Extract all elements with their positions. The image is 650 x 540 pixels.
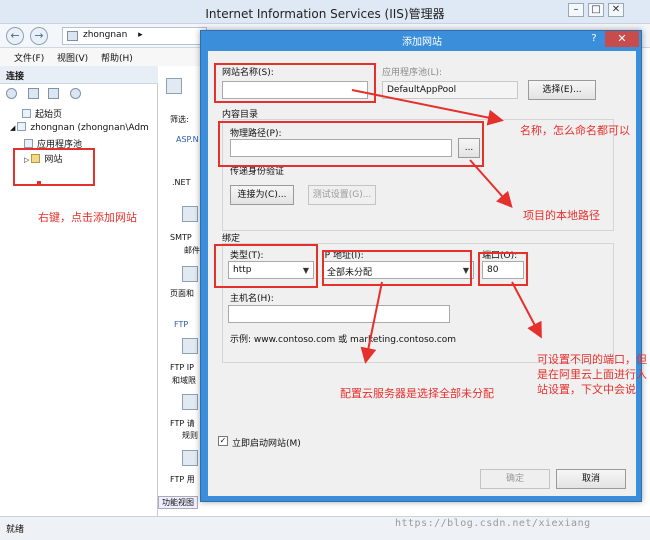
- group-ftp: FTP: [174, 320, 189, 329]
- annotation-box-port: [478, 252, 528, 286]
- annotation-path: 项目的本地路径: [523, 209, 600, 222]
- feature-asp[interactable]: ASP.N: [176, 135, 199, 144]
- window-title: Internet Information Services (IIS)管理器: [205, 7, 445, 21]
- feature-smtp[interactable]: SMTP: [170, 233, 192, 242]
- menu-help[interactable]: 帮助(H): [101, 51, 133, 64]
- server-icon: [17, 122, 27, 131]
- expand-icon[interactable]: ◢: [10, 124, 15, 132]
- ftp-user-icon: [182, 450, 198, 466]
- connect-as-button[interactable]: 连接为(C)...: [230, 185, 294, 205]
- app-pool-icon: [24, 139, 33, 148]
- dialog-help-button[interactable]: ?: [585, 31, 603, 47]
- dialog-title: 添加网站: [402, 37, 442, 48]
- annotation-marker: [37, 181, 41, 185]
- address-bar[interactable]: zhongnan ▸: [62, 27, 207, 45]
- annotation-right-click: 右键，点击添加网站: [38, 211, 137, 224]
- forward-button[interactable]: →: [30, 27, 48, 45]
- filter-label: 筛选:: [170, 115, 189, 124]
- save-icon[interactable]: [28, 88, 39, 99]
- annotation-box-site-name: [214, 63, 376, 103]
- annotation-box-sites: [13, 148, 95, 186]
- ftp-ip-icon: [182, 338, 198, 354]
- address-arrow-icon: ▸: [138, 30, 143, 40]
- hostname-example: 示例: www.contoso.com 或 marketing.contoso.…: [230, 335, 457, 345]
- annotation-box-physical-path: [218, 121, 484, 167]
- select-app-pool-button[interactable]: 选择(E)...: [528, 80, 596, 100]
- menu-view[interactable]: 视图(V): [57, 51, 88, 64]
- connections-panel: 连接 起始页 ◢ zhongnan (zhongnan\Adm 应用程序池 ▷ 网站: [0, 66, 158, 516]
- app-pool-field: DefaultAppPool: [382, 81, 518, 99]
- pages-icon: [182, 266, 198, 282]
- feature-net[interactable]: .NET: [172, 178, 190, 187]
- start-immediately-checkbox[interactable]: ✓: [218, 436, 228, 446]
- app-pool-label: 应用程序池(L):: [382, 68, 443, 78]
- cancel-button[interactable]: 取消: [556, 469, 626, 489]
- close-button[interactable]: ✕: [608, 3, 624, 17]
- feature-ftp-domain[interactable]: 和域限: [172, 375, 196, 386]
- window-titlebar: Internet Information Services (IIS)管理器 –…: [0, 0, 650, 24]
- tree-item-server[interactable]: ◢ zhongnan (zhongnan\Adm: [10, 122, 149, 136]
- annotation-box-ip: [322, 250, 472, 286]
- feature-ftp-user[interactable]: FTP 用: [170, 474, 195, 485]
- ok-button: 确定: [480, 469, 550, 489]
- annotation-ip: 配置云服务器是选择全部未分配: [340, 387, 494, 400]
- smtp-icon: [182, 206, 198, 222]
- maximize-button[interactable]: □: [588, 3, 604, 17]
- annotation-port: 可设置不同的端口，但是在阿里云上面进行入站设置，下文中会说: [537, 353, 647, 396]
- feature-ftp-request[interactable]: FTP 请: [170, 418, 195, 429]
- globe-icon[interactable]: [6, 88, 17, 99]
- minimize-button[interactable]: –: [568, 3, 584, 17]
- back-button[interactable]: ←: [6, 27, 24, 45]
- menu-bar: 文件(F) 视图(V) 帮助(H): [0, 48, 200, 66]
- connections-toolbar: [0, 86, 158, 102]
- feature-ftp-ip[interactable]: FTP IP: [170, 363, 194, 372]
- features-panel: 筛选: ASP.N .NET SMTP 邮件 页面和 FTP FTP IP 和域…: [160, 66, 202, 516]
- tree-item-start-page[interactable]: 起始页: [22, 107, 62, 121]
- hostname-input[interactable]: [228, 305, 450, 323]
- feature-ftp-rules[interactable]: 规则: [182, 430, 198, 441]
- connections-header: 连接: [0, 66, 158, 84]
- watermark-url: https://blog.csdn.net/xiexiang: [395, 518, 591, 529]
- feature-pages[interactable]: 页面和: [170, 288, 194, 299]
- folder-icon[interactable]: [48, 88, 59, 99]
- dialog-close-button[interactable]: ✕: [605, 31, 639, 47]
- feature-mail[interactable]: 邮件: [184, 245, 200, 256]
- hostname-label: 主机名(H):: [230, 294, 274, 304]
- status-text: 就绪: [6, 525, 25, 535]
- test-settings-button: 测试设置(G)...: [308, 185, 376, 205]
- connect-icon[interactable]: [70, 88, 81, 99]
- iis-icon: [166, 78, 182, 94]
- annotation-name: 名称，怎么命名都可以: [520, 124, 630, 137]
- server-icon: [67, 31, 78, 41]
- home-icon: [22, 109, 31, 118]
- annotation-box-type: [214, 244, 318, 288]
- start-immediately-label: 立即启动网站(M): [232, 439, 301, 449]
- menu-file[interactable]: 文件(F): [14, 51, 44, 64]
- address-text: zhongnan: [83, 30, 128, 40]
- ftp-request-icon: [182, 394, 198, 410]
